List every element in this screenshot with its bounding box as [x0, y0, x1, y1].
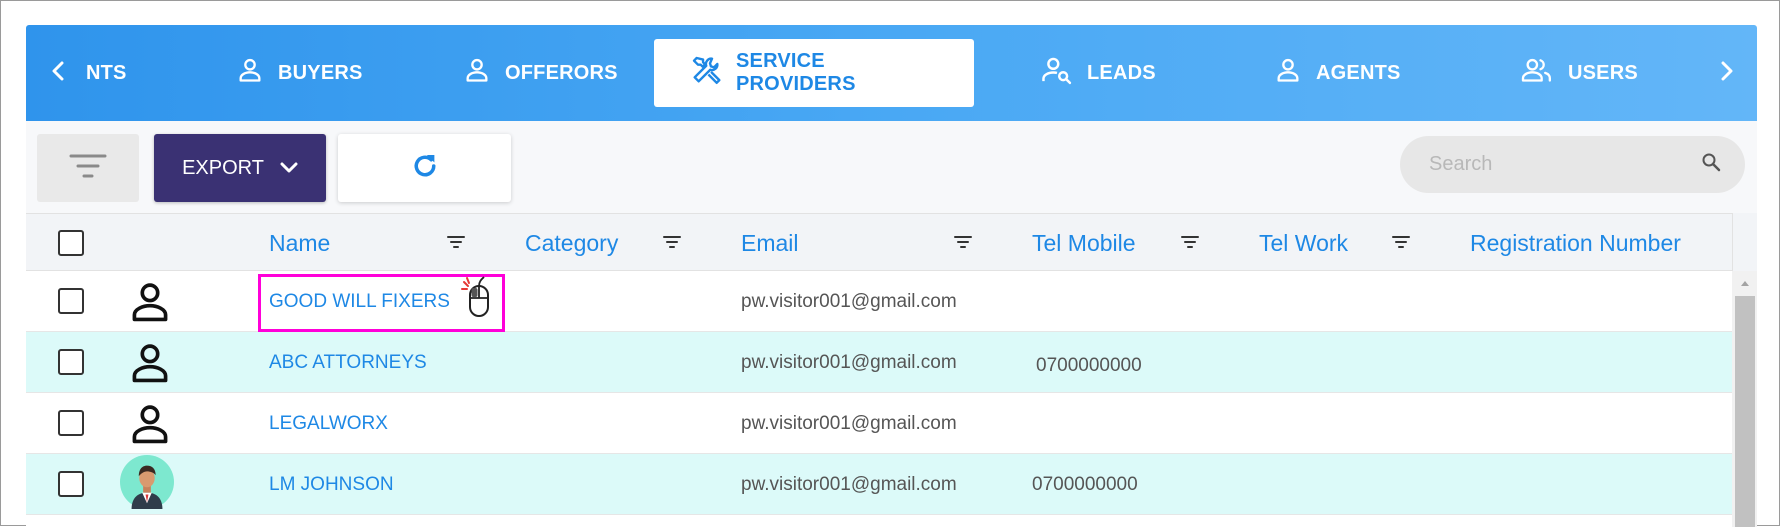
chevron-right-icon: [1720, 61, 1734, 86]
person-outline-icon: [123, 338, 177, 388]
tel-mobile-text: 0700000000: [1036, 354, 1142, 376]
column-header-name[interactable]: Name: [269, 214, 330, 272]
provider-name: GOOD WILL FIXERS: [269, 290, 450, 312]
export-dropdown-button[interactable]: EXPORT: [154, 134, 326, 202]
provider-name-link[interactable]: ABC ATTORNEYS: [269, 332, 427, 393]
export-label: EXPORT: [182, 156, 264, 179]
column-category-label: Category: [525, 229, 619, 256]
column-header-category[interactable]: Category: [525, 214, 618, 272]
email-text: pw.visitor001@gmail.com: [741, 290, 957, 312]
filter-icon[interactable]: [954, 235, 972, 254]
chevron-down-icon: [280, 157, 298, 180]
email-cell: pw.visitor001@gmail.com: [741, 454, 957, 515]
people-icon: [1520, 56, 1554, 90]
table-row[interactable]: LEGALWORX pw.visitor001@gmail.com: [26, 393, 1732, 454]
row-checkbox[interactable]: [58, 288, 84, 314]
tab-bar: NTS BUYERS OFFERORS SERVICE PROVIDERS LE…: [26, 25, 1757, 121]
provider-name: LEGALWORX: [269, 412, 388, 434]
filter-lines-icon: [69, 153, 107, 184]
email-cell: pw.visitor001@gmail.com: [741, 332, 957, 393]
column-header-tel-work[interactable]: Tel Work: [1259, 214, 1348, 272]
person-icon: [236, 56, 264, 90]
profile-photo-avatar: [120, 455, 174, 509]
row-checkbox[interactable]: [58, 349, 84, 375]
tel-mobile-cell: 0700000000: [1036, 335, 1142, 396]
provider-name-link[interactable]: LEGALWORX: [269, 393, 388, 454]
person-search-icon: [1041, 55, 1073, 91]
provider-name: ABC ATTORNEYS: [269, 351, 427, 373]
table-row[interactable]: LM JOHNSON pw.visitor001@gmail.com 07000…: [26, 454, 1732, 515]
tab-buyers[interactable]: BUYERS: [236, 39, 363, 107]
column-registration-number-label: Registration Number: [1470, 229, 1681, 256]
filter-icon[interactable]: [663, 235, 681, 254]
column-header-tel-mobile[interactable]: Tel Mobile: [1032, 214, 1136, 272]
filter-icon[interactable]: [447, 235, 465, 254]
tab-nts[interactable]: NTS: [86, 39, 127, 107]
provider-name-link[interactable]: LM JOHNSON: [269, 454, 394, 515]
chevron-left-icon: [51, 61, 65, 86]
provider-name: LM JOHNSON: [269, 473, 394, 495]
table-header: Name Category Email Tel Mobile Tel Work …: [26, 213, 1732, 271]
tab-offerors[interactable]: OFFERORS: [463, 39, 618, 107]
tab-agents[interactable]: AGENTS: [1274, 39, 1401, 107]
tab-users-label: USERS: [1568, 61, 1638, 84]
tab-users[interactable]: USERS: [1520, 39, 1638, 107]
column-header-email[interactable]: Email: [741, 214, 799, 272]
filter-icon[interactable]: [1392, 235, 1410, 254]
tab-leads[interactable]: LEADS: [1041, 39, 1156, 107]
tab-leads-label: LEADS: [1087, 61, 1156, 84]
column-name-label: Name: [269, 229, 331, 256]
person-outline-icon: [123, 399, 177, 449]
person-icon: [1274, 56, 1302, 90]
filter-toggle-button[interactable]: [37, 134, 139, 202]
person-icon: [463, 56, 491, 90]
tab-agents-label: AGENTS: [1316, 61, 1401, 84]
tab-offerors-label: OFFERORS: [505, 61, 618, 84]
email-text: pw.visitor001@gmail.com: [741, 473, 957, 495]
email-text: pw.visitor001@gmail.com: [741, 412, 957, 434]
refresh-icon: [410, 151, 440, 186]
tabs-scroll-left-button[interactable]: [38, 25, 78, 121]
row-checkbox[interactable]: [58, 471, 84, 497]
filter-icon[interactable]: [1181, 235, 1199, 254]
tab-service-providers[interactable]: SERVICE PROVIDERS: [654, 39, 974, 107]
refresh-button[interactable]: [338, 134, 511, 202]
email-cell: pw.visitor001@gmail.com: [741, 271, 957, 332]
tabs-scroll-right-button[interactable]: [1707, 25, 1747, 121]
table-row[interactable]: GOOD WILL FIXERS pw.visitor001@gmail.com: [26, 271, 1732, 332]
tools-icon: [690, 54, 722, 92]
scrollbar-thumb[interactable]: [1735, 296, 1755, 527]
column-header-registration-number[interactable]: Registration Number: [1470, 214, 1681, 272]
provider-name-link[interactable]: GOOD WILL FIXERS: [269, 271, 450, 332]
tab-nts-label: NTS: [86, 61, 127, 84]
search-input[interactable]: [1429, 153, 1701, 176]
select-all-checkbox[interactable]: [58, 230, 84, 256]
table-row[interactable]: ABC ATTORNEYS pw.visitor001@gmail.com 07…: [26, 332, 1732, 393]
person-outline-icon: [123, 277, 177, 327]
email-cell: pw.visitor001@gmail.com: [741, 393, 957, 454]
column-tel-mobile-label: Tel Mobile: [1032, 229, 1136, 256]
scroll-up-arrow-icon[interactable]: [1732, 271, 1757, 295]
column-email-label: Email: [741, 229, 799, 256]
search-icon[interactable]: [1701, 152, 1721, 177]
email-text: pw.visitor001@gmail.com: [741, 351, 957, 373]
mouse-click-icon: [458, 276, 494, 325]
header-scroll-gutter: [1732, 213, 1757, 271]
column-tel-work-label: Tel Work: [1259, 229, 1349, 256]
tab-buyers-label: BUYERS: [278, 61, 363, 84]
tab-service-providers-label: SERVICE PROVIDERS: [736, 50, 856, 95]
search-box: [1400, 136, 1745, 193]
app-frame: NTS BUYERS OFFERORS SERVICE PROVIDERS LE…: [0, 0, 1780, 527]
service-providers-card: NTS BUYERS OFFERORS SERVICE PROVIDERS LE…: [26, 25, 1757, 527]
tel-mobile-cell: 0700000000: [1032, 454, 1138, 515]
row-checkbox[interactable]: [58, 410, 84, 436]
tel-mobile-text: 0700000000: [1032, 473, 1138, 495]
